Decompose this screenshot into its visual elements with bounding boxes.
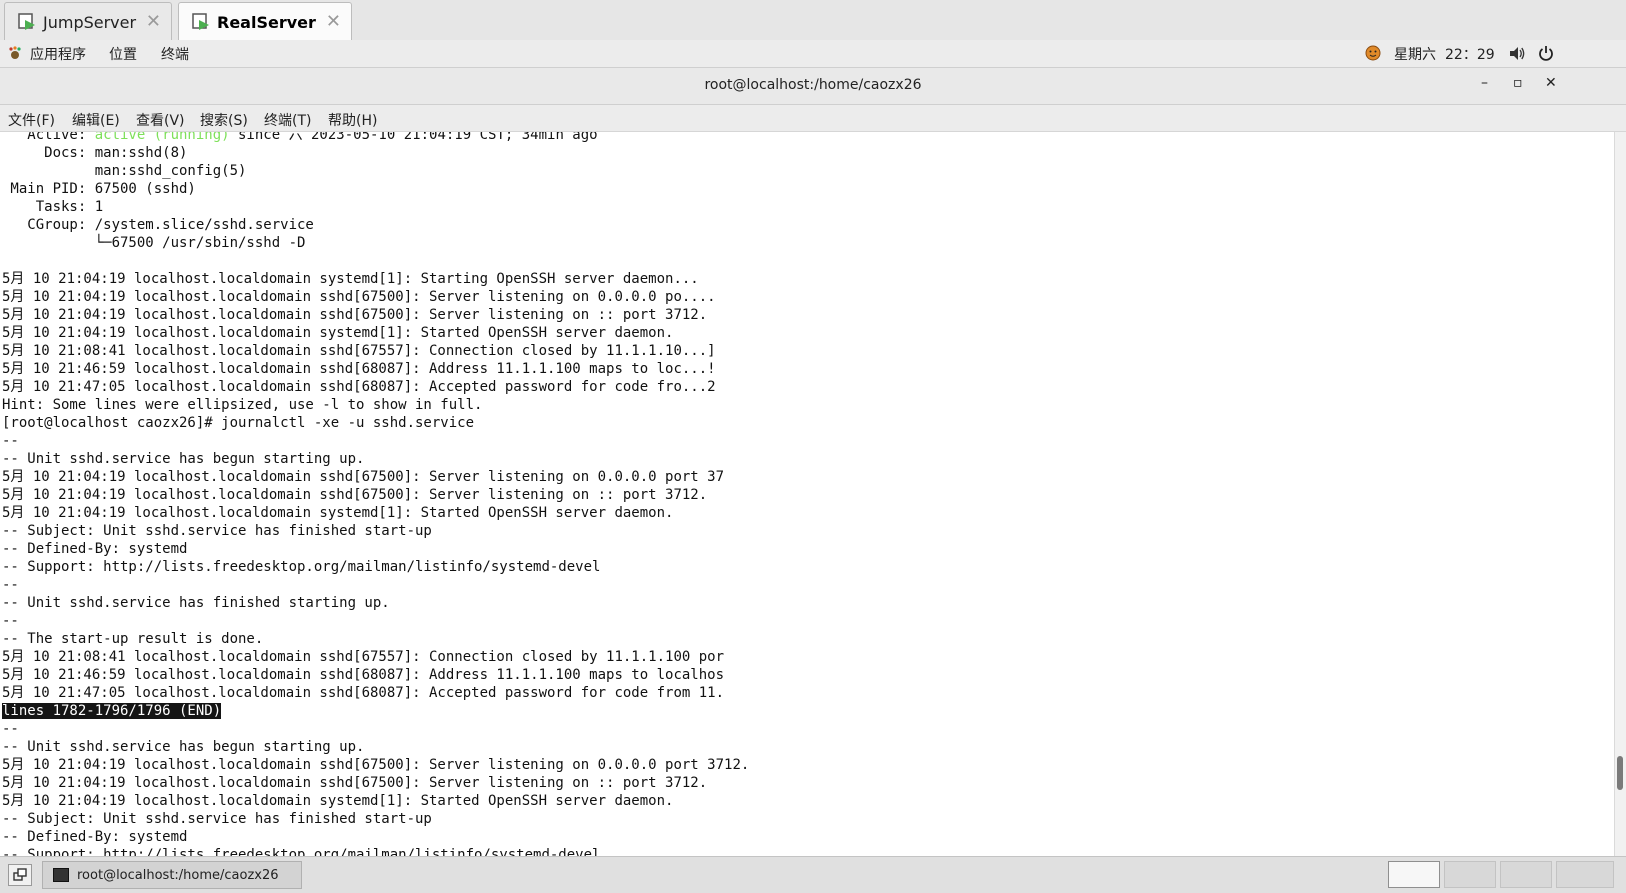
terminal-menu[interactable]: 终端 [161, 44, 189, 64]
active-label: Active: [2, 132, 95, 143]
log-block-2: -- -- Unit sshd.service has begun starti… [2, 721, 750, 856]
bottom-taskbar: root@localhost:/home/caozx26 [0, 856, 1626, 893]
taskbar-window-label: root@localhost:/home/caozx26 [77, 868, 279, 883]
menu-search[interactable]: 搜索(S) [200, 110, 248, 130]
tab-label: JumpServer [43, 13, 137, 32]
terminal-text: Active: active (running) since 六 2023-05… [2, 132, 749, 856]
tab-realserver[interactable]: RealServer ✕ [178, 2, 352, 40]
show-desktop-icon [13, 868, 27, 881]
close-icon[interactable]: ✕ [326, 11, 341, 32]
terminal-tab-icon [192, 13, 209, 30]
scrollbar-thumb[interactable] [1617, 756, 1623, 790]
terminal-menubar: 文件(F) 编辑(E) 查看(V) 搜索(S) 终端(T) 帮助(H) [0, 105, 1626, 132]
terminal-output[interactable]: Active: active (running) since 六 2023-05… [0, 132, 1614, 856]
tab-jumpserver[interactable]: JumpServer ✕ [4, 2, 172, 40]
clock-time[interactable]: 22：29 [1445, 44, 1495, 64]
window-title: root@localhost:/home/caozx26 [704, 77, 922, 93]
close-icon[interactable]: ✕ [146, 11, 161, 32]
terminal-tab-icon [18, 13, 35, 30]
active-since: since 六 2023-05-10 21:04:19 CST; 34min a… [229, 132, 598, 143]
log-block-1: Docs: man:sshd(8) man:sshd_config(5) Mai… [2, 145, 725, 701]
tab-label: RealServer [217, 13, 316, 32]
pager-status: lines 1782-1796/1796 (END) [2, 703, 222, 719]
gnome-top-bar: 应用程序 位置 终端 星期六 22：29 [0, 40, 1626, 68]
tab-strip: JumpServer ✕ RealServer ✕ [0, 0, 1626, 41]
volume-icon[interactable] [1509, 46, 1525, 61]
workspace-1[interactable] [1388, 861, 1440, 888]
menu-edit[interactable]: 编辑(E) [72, 110, 120, 130]
active-status: active (running) [94, 132, 230, 143]
menu-help[interactable]: 帮助(H) [328, 110, 377, 130]
applications-menu[interactable]: 应用程序 [30, 44, 86, 64]
user-status-icon[interactable] [1365, 45, 1381, 61]
places-menu[interactable]: 位置 [109, 44, 137, 64]
workspace-2[interactable] [1444, 861, 1496, 888]
close-window-button[interactable]: ✕ [1545, 75, 1557, 91]
menu-terminal[interactable]: 终端(T) [264, 110, 311, 130]
minimize-button[interactable]: – [1481, 75, 1488, 91]
menu-view[interactable]: 查看(V) [136, 110, 185, 130]
menu-file[interactable]: 文件(F) [8, 110, 55, 130]
power-icon[interactable] [1538, 45, 1554, 61]
scrollbar[interactable] [1614, 132, 1626, 856]
gnome-foot-icon [9, 46, 21, 59]
workspace-3[interactable] [1500, 861, 1552, 888]
terminal-icon [53, 868, 69, 882]
workspace-4[interactable] [1556, 861, 1614, 888]
maximize-button[interactable]: ▫ [1513, 75, 1523, 91]
show-desktop-button[interactable] [8, 864, 32, 886]
taskbar-window-button[interactable]: root@localhost:/home/caozx26 [42, 861, 302, 889]
clock-day[interactable]: 星期六 [1394, 44, 1436, 64]
window-titlebar: root@localhost:/home/caozx26 – ▫ ✕ [0, 68, 1626, 105]
